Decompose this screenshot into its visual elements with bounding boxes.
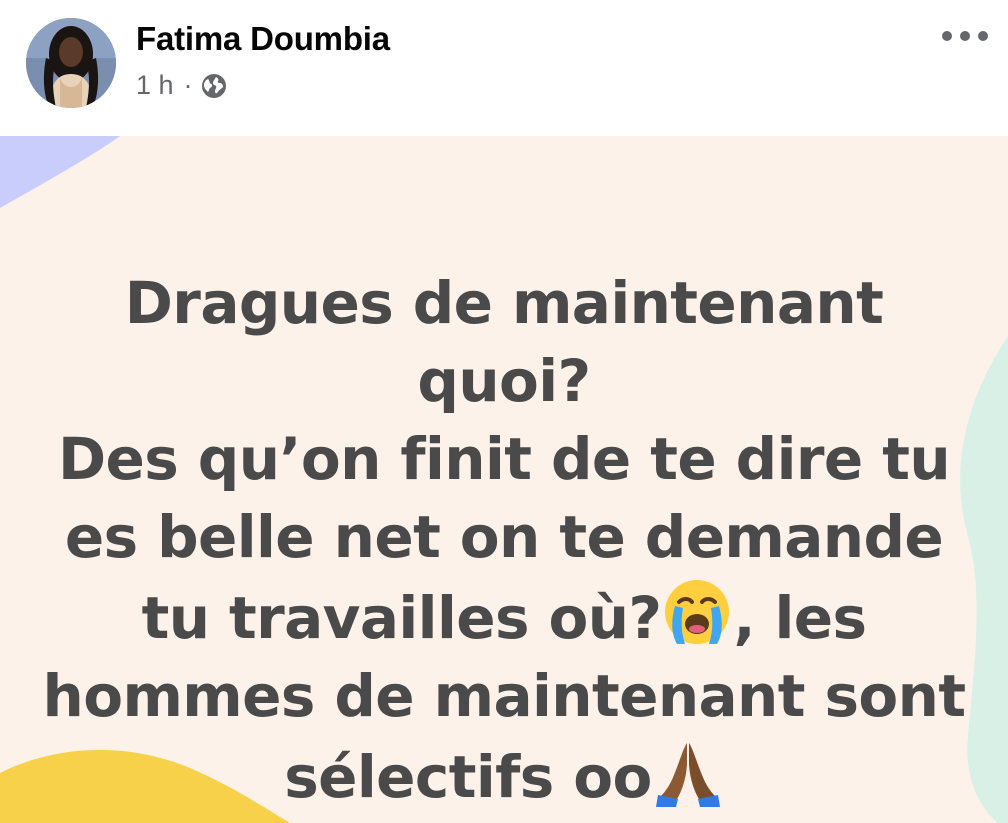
post-text-part-1: Dragues de maintenant quoi? <box>124 269 884 415</box>
more-options-icon-dot <box>942 31 952 41</box>
meta-separator: · <box>183 70 193 100</box>
author-name[interactable]: Fatima Doumbia <box>136 20 390 58</box>
post-meta: 1 h · <box>136 70 227 101</box>
more-options-icon-dot <box>978 31 988 41</box>
post-background[interactable]: Dragues de maintenant quoi? Des qu’on fi… <box>0 136 1008 823</box>
post-text: Dragues de maintenant quoi? Des qu’on fi… <box>40 264 968 816</box>
globe-icon[interactable] <box>201 73 227 99</box>
post-header: Fatima Doumbia 1 h · <box>0 0 1008 136</box>
more-options-icon-dot <box>960 31 970 41</box>
post-timestamp[interactable]: 1 h <box>136 70 174 101</box>
author-avatar[interactable] <box>26 18 116 108</box>
avatar-image <box>26 18 116 108</box>
folded-hands-icon <box>652 735 724 807</box>
decorative-blob-top-left <box>0 136 120 208</box>
more-options-button[interactable] <box>938 20 992 52</box>
loudly-crying-face-icon <box>661 576 733 648</box>
